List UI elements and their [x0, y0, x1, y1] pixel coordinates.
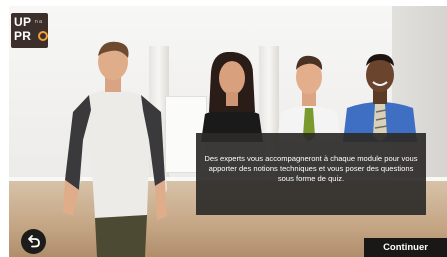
scene — [9, 6, 447, 257]
narration-dialog: Des experts vous accompagneront à chaque… — [196, 133, 426, 215]
return-arrow-icon — [28, 235, 40, 248]
expert-woman — [201, 52, 263, 142]
back-button[interactable] — [21, 229, 46, 254]
expert-man-green-tie — [277, 55, 341, 142]
expert-man-blue-shirt — [343, 54, 417, 142]
continue-button[interactable]: Continuer — [364, 238, 447, 257]
expert-casual-man — [63, 41, 167, 257]
logo-superscript: n a — [35, 19, 42, 25]
upnapro-logo: UP n a PR — [11, 13, 48, 48]
logo-text-top: UP — [14, 15, 32, 29]
logo-text-bottom: PR — [14, 29, 32, 43]
dialog-text: Des experts vous accompagneront à chaque… — [204, 154, 418, 183]
logo-o-ring — [38, 31, 48, 41]
